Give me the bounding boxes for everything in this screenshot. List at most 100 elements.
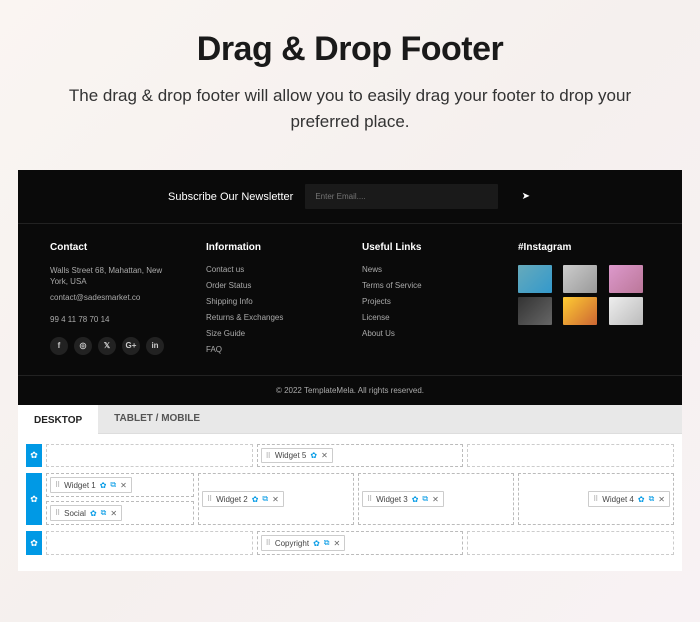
newsletter-email-input[interactable] <box>305 184 497 209</box>
builder-cell[interactable] <box>46 444 253 467</box>
instagram-thumb[interactable] <box>518 265 552 293</box>
copyright-text: © 2022 TemplateMela. All rights reserved… <box>18 375 682 405</box>
tab-desktop[interactable]: DESKTOP <box>18 405 98 434</box>
instagram-heading: #Instagram <box>518 242 650 253</box>
gear-icon: ✿ <box>30 450 38 461</box>
builder-tabs: DESKTOP TABLET / MOBILE <box>18 405 682 434</box>
instagram-thumb[interactable] <box>563 297 597 325</box>
footer-link[interactable]: Terms of Service <box>362 281 494 290</box>
gear-icon: ✿ <box>30 538 38 549</box>
tab-mobile[interactable]: TABLET / MOBILE <box>98 405 216 433</box>
footer-link[interactable]: Returns & Exchanges <box>206 313 338 322</box>
instagram-icon[interactable]: ◎ <box>74 337 92 355</box>
drag-icon: ⠿ <box>367 495 372 503</box>
gear-icon[interactable]: ✿ <box>310 451 317 460</box>
gear-icon[interactable]: ✿ <box>90 509 97 518</box>
google-plus-icon[interactable]: G+ <box>122 337 140 355</box>
gear-icon[interactable]: ✿ <box>313 539 320 548</box>
gear-icon[interactable]: ✿ <box>412 495 419 504</box>
close-icon[interactable]: ✕ <box>658 495 665 504</box>
useful-heading: Useful Links <box>362 242 494 253</box>
duplicate-icon[interactable]: ⧉ <box>422 494 428 504</box>
builder-row: ✿ ⠿ Copyright ✿ ⧉ ✕ <box>26 531 674 555</box>
instagram-thumb[interactable] <box>563 265 597 293</box>
close-icon[interactable]: ✕ <box>120 481 127 490</box>
footer-link[interactable]: Contact us <box>206 265 338 274</box>
row-settings-button[interactable]: ✿ <box>26 531 42 555</box>
close-icon[interactable]: ✕ <box>110 509 117 518</box>
row-settings-button[interactable]: ✿ <box>26 444 42 467</box>
newsletter-label: Subscribe Our Newsletter <box>168 191 293 203</box>
footer-link[interactable]: Projects <box>362 297 494 306</box>
drag-icon: ⠿ <box>266 539 271 547</box>
social-icons: f ◎ 𝕏 G+ in <box>50 337 182 355</box>
duplicate-icon[interactable]: ⧉ <box>324 538 330 548</box>
duplicate-icon[interactable]: ⧉ <box>649 494 655 504</box>
widget-block[interactable]: ⠿ Social ✿ ⧉ ✕ <box>50 505 122 521</box>
builder-cell[interactable]: ⠿ Widget 2 ✿ ⧉ ✕ <box>198 473 354 525</box>
newsletter-submit-button[interactable]: ➤ <box>510 185 542 208</box>
builder-cell[interactable]: ⠿ Copyright ✿ ⧉ ✕ <box>257 531 464 555</box>
gear-icon[interactable]: ✿ <box>100 481 107 490</box>
duplicate-icon[interactable]: ⧉ <box>110 480 116 490</box>
builder-cell[interactable] <box>467 531 674 555</box>
footer-link[interactable]: License <box>362 313 494 322</box>
footer-col-contact: Contact Walls Street 68, Mahattan, New Y… <box>50 242 182 361</box>
twitter-icon[interactable]: 𝕏 <box>98 337 116 355</box>
widget-label: Widget 3 <box>376 495 408 504</box>
footer-col-useful: Useful Links News Terms of Service Proje… <box>362 242 494 361</box>
footer-builder: DESKTOP TABLET / MOBILE ✿ ⠿ Widget 5 ✿ ✕ <box>18 405 682 571</box>
widget-label: Widget 1 <box>64 481 96 490</box>
widget-block[interactable]: ⠿ Widget 5 ✿ ✕ <box>261 448 333 463</box>
drag-icon: ⠿ <box>55 509 60 517</box>
instagram-thumb[interactable] <box>518 297 552 325</box>
builder-cell[interactable]: ⠿ Widget 4 ✿ ⧉ ✕ <box>518 473 674 525</box>
send-icon: ➤ <box>522 191 530 202</box>
footer-link[interactable]: News <box>362 265 494 274</box>
footer-link[interactable]: FAQ <box>206 345 338 354</box>
widget-block[interactable]: ⠿ Widget 2 ✿ ⧉ ✕ <box>202 491 284 507</box>
facebook-icon[interactable]: f <box>50 337 68 355</box>
close-icon[interactable]: ✕ <box>272 495 279 504</box>
footer-link[interactable]: About Us <box>362 329 494 338</box>
footer-link[interactable]: Shipping Info <box>206 297 338 306</box>
drag-icon: ⠿ <box>55 481 60 489</box>
footer-col-information: Information Contact us Order Status Ship… <box>206 242 338 361</box>
gear-icon[interactable]: ✿ <box>638 495 645 504</box>
contact-address: Walls Street 68, Mahattan, New York, USA <box>50 265 182 287</box>
gear-icon: ✿ <box>30 494 38 505</box>
duplicate-icon[interactable]: ⧉ <box>262 494 268 504</box>
close-icon[interactable]: ✕ <box>333 539 340 548</box>
builder-cell[interactable]: ⠿ Widget 3 ✿ ⧉ ✕ <box>358 473 514 525</box>
widget-block[interactable]: ⠿ Copyright ✿ ⧉ ✕ <box>261 535 346 551</box>
widget-block[interactable]: ⠿ Widget 1 ✿ ⧉ ✕ <box>50 477 132 493</box>
close-icon[interactable]: ✕ <box>321 451 328 460</box>
builder-cell[interactable] <box>467 444 674 467</box>
close-icon[interactable]: ✕ <box>432 495 439 504</box>
linkedin-icon[interactable]: in <box>146 337 164 355</box>
duplicate-icon[interactable]: ⧉ <box>101 508 107 518</box>
contact-phone: 99 4 11 78 70 14 <box>50 314 182 325</box>
builder-cell[interactable]: ⠿ Widget 5 ✿ ✕ <box>257 444 464 467</box>
footer-col-instagram: #Instagram <box>518 242 650 361</box>
builder-row: ✿ ⠿ Widget 5 ✿ ✕ <box>26 444 674 467</box>
footer-link[interactable]: Order Status <box>206 281 338 290</box>
widget-label: Copyright <box>275 539 309 548</box>
builder-cell[interactable]: ⠿ Widget 1 ✿ ⧉ ✕ <box>46 473 194 497</box>
instagram-thumb[interactable] <box>609 297 643 325</box>
widget-label: Widget 5 <box>275 451 307 460</box>
gear-icon[interactable]: ✿ <box>252 495 259 504</box>
instagram-thumb[interactable] <box>609 265 643 293</box>
footer-preview: Subscribe Our Newsletter ➤ Contact Walls… <box>18 170 682 405</box>
footer-link[interactable]: Size Guide <box>206 329 338 338</box>
widget-label: Social <box>64 509 86 518</box>
builder-cell[interactable]: ⠿ Social ✿ ⧉ ✕ <box>46 501 194 525</box>
builder-cell[interactable] <box>46 531 253 555</box>
widget-block[interactable]: ⠿ Widget 3 ✿ ⧉ ✕ <box>362 491 444 507</box>
row-settings-button[interactable]: ✿ <box>26 473 42 525</box>
widget-label: Widget 4 <box>602 495 634 504</box>
widget-block[interactable]: ⠿ Widget 4 ✿ ⧉ ✕ <box>588 491 670 507</box>
widget-label: Widget 2 <box>216 495 248 504</box>
drag-icon: ⠿ <box>593 495 598 503</box>
drag-icon: ⠿ <box>266 452 271 460</box>
